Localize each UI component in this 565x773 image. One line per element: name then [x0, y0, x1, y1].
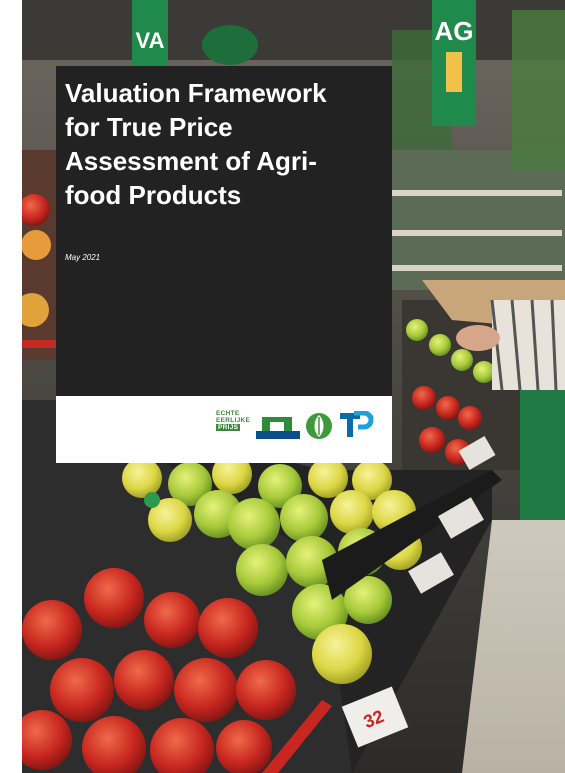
leaf-logo-icon: [306, 413, 332, 439]
true-price-logo-icon: TM: [340, 411, 374, 437]
echte-eerlijke-prijs-logo: ECHTE EERLIJKE PRIJS: [216, 410, 251, 442]
document-title: Valuation Framework for True Price Asses…: [65, 78, 327, 210]
svg-text:AG: AG: [435, 16, 474, 46]
bridge-logo-icon: [256, 417, 300, 439]
svg-text:VA: VA: [136, 28, 165, 53]
title-panel: Valuation Framework for True Price Asses…: [56, 66, 392, 396]
logo-strip: ECHTE EERLIJKE PRIJS TM: [56, 396, 392, 463]
echte-logo-line: EERLIJKE: [216, 417, 251, 424]
echte-logo-line: ECHTE: [216, 410, 240, 417]
echte-logo-line: PRIJS: [216, 424, 241, 431]
svg-text:TM: TM: [371, 414, 374, 419]
publication-date: May 2021: [65, 253, 101, 262]
